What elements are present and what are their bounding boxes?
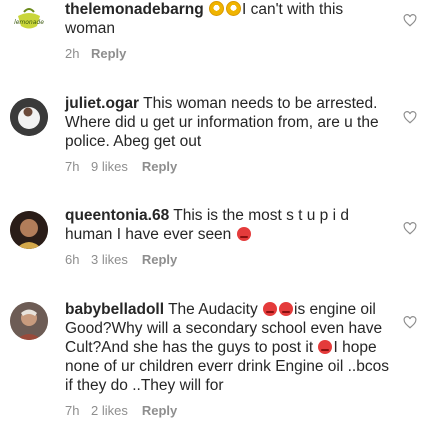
angry-face-emoji-icon [236,227,251,241]
like-heart-icon[interactable] [403,316,417,329]
comment-body-part1: The Audacity [168,301,258,318]
person-icon [10,302,48,340]
comment-time: 7h [65,159,80,174]
comment-likes[interactable]: 9 likes [91,159,128,174]
comment-likes[interactable]: 3 likes [91,252,128,267]
reply-button[interactable]: Reply [142,252,177,267]
comment-username[interactable]: juliet.ogar [65,95,139,112]
reply-button[interactable]: Reply [91,46,126,61]
angry-face-emoji-icon [318,340,333,354]
comment-username[interactable]: queentonia.68 [65,207,169,224]
comment-username[interactable]: babybelladoll [65,301,164,318]
person-icon [10,211,48,249]
comment-likes[interactable]: 2 likes [91,403,128,418]
reply-button[interactable]: Reply [142,403,177,418]
angry-face-emoji-icon [279,302,294,316]
comment-time: 6h [65,252,80,267]
comment-time: 2h [65,46,80,61]
comment-time: 7h [65,403,80,418]
avatar[interactable] [10,98,48,136]
like-heart-icon[interactable] [403,111,417,124]
lemonade-logo-icon: lemonade [14,8,44,29]
angry-face-emoji-icon [263,302,278,316]
flushed-face-emoji-icon [225,1,241,16]
svg-text:lemonade: lemonade [14,19,44,26]
comment-text: juliet.ogar This woman needs to be arres… [65,94,390,151]
comment-text: thelemonadebarng I can't with this woman [65,0,390,38]
like-heart-icon[interactable] [403,14,417,27]
avatar[interactable] [10,211,48,249]
comment-meta: 6h 3 likes Reply [65,252,390,267]
comment-username[interactable]: thelemonadebarng [65,1,204,18]
person-icon [10,98,48,136]
flushed-face-emoji-icon [208,1,224,16]
comment-meta: 2h Reply [65,46,390,61]
comment-text: queentonia.68 This is the most s t u p i… [65,206,390,244]
comment-meta: 7h 2 likes Reply [65,403,390,418]
comment-text: babybelladoll The Audacity is engine oil… [65,300,390,395]
avatar[interactable] [10,302,48,340]
avatar[interactable]: lemonade [10,2,48,40]
like-heart-icon[interactable] [403,222,417,235]
reply-button[interactable]: Reply [142,159,177,174]
comment-meta: 7h 9 likes Reply [65,159,390,174]
